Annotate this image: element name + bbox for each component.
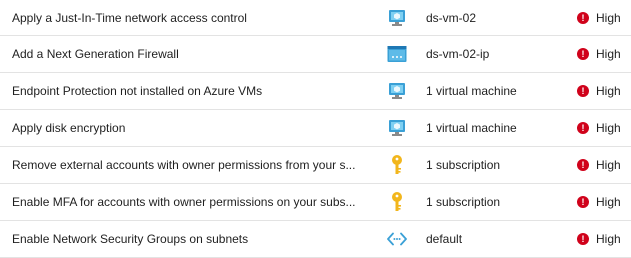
recommendations-table: Apply a Just-In-Time network access cont… <box>0 0 631 258</box>
severity-label: High <box>596 158 621 172</box>
high-severity-icon: ! <box>577 85 589 97</box>
resource-label: ds-vm-02-ip <box>426 47 490 61</box>
recommendation-title: Enable Network Security Groups on subnet… <box>12 232 249 246</box>
recommendation-title: Apply a Just-In-Time network access cont… <box>12 10 247 25</box>
resource-label: default <box>426 232 463 246</box>
resource-label: 1 subscription <box>426 158 501 172</box>
resource-label: ds-vm-02 <box>426 10 477 25</box>
recommendation-row[interactable]: Enable MFA for accounts with owner permi… <box>0 184 631 221</box>
recommendation-row[interactable]: Apply a Just-In-Time network access cont… <box>0 0 631 36</box>
recommendation-title: Enable MFA for accounts with owner permi… <box>12 195 356 209</box>
virtual-machine-icon <box>387 8 407 28</box>
resource-label: 1 virtual machine <box>426 84 517 98</box>
public-ip-icon <box>387 44 407 64</box>
high-severity-icon: ! <box>577 196 589 208</box>
recommendation-row[interactable]: Apply disk encryption 1 virtual machine … <box>0 110 631 147</box>
recommendation-title: Endpoint Protection not installed on Azu… <box>12 84 263 98</box>
severity-label: High <box>596 121 621 135</box>
high-severity-icon: ! <box>577 48 589 60</box>
severity-label: High <box>596 10 621 25</box>
recommendation-title: Add a Next Generation Firewall <box>12 47 179 61</box>
virtual-machine-icon <box>387 118 407 138</box>
recommendation-row[interactable]: Remove external accounts with owner perm… <box>0 147 631 184</box>
recommendation-row[interactable]: Endpoint Protection not installed on Azu… <box>0 73 631 110</box>
resource-label: 1 virtual machine <box>426 121 517 135</box>
high-severity-icon: ! <box>577 122 589 134</box>
recommendation-title: Apply disk encryption <box>12 121 126 135</box>
severity-label: High <box>596 195 621 209</box>
high-severity-icon: ! <box>577 159 589 171</box>
high-severity-icon: ! <box>577 233 589 245</box>
virtual-network-icon <box>387 229 407 249</box>
severity-label: High <box>596 47 621 61</box>
severity-label: High <box>596 84 621 98</box>
severity-label: High <box>596 232 621 246</box>
recommendation-row[interactable]: Add a Next Generation Firewall ds-vm-02-… <box>0 36 631 73</box>
recommendation-title: Remove external accounts with owner perm… <box>12 158 356 172</box>
high-severity-icon: ! <box>577 11 589 24</box>
key-icon <box>387 192 407 212</box>
key-icon <box>387 155 407 175</box>
recommendation-row[interactable]: Enable Network Security Groups on subnet… <box>0 221 631 258</box>
virtual-machine-icon <box>387 81 407 101</box>
resource-label: 1 subscription <box>426 195 501 209</box>
